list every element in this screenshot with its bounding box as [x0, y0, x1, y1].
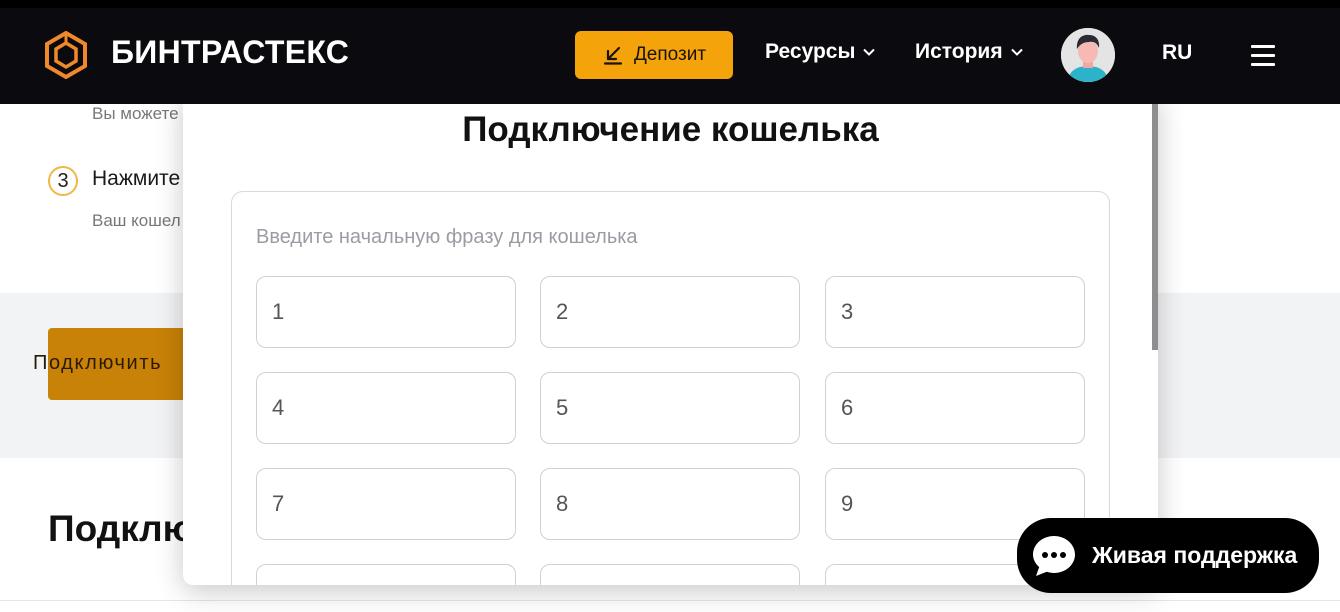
language-selector[interactable]: RU [1162, 41, 1192, 65]
nav-history-dropdown[interactable]: История [915, 40, 1023, 64]
seed-word-input-10[interactable] [256, 564, 516, 585]
hamburger-menu-icon[interactable] [1251, 45, 1275, 66]
download-arrow-icon [603, 46, 623, 65]
step-2-description: Вы можете [92, 104, 179, 123]
seed-word-input-8[interactable] [540, 468, 800, 540]
seed-word-input-2[interactable] [540, 276, 800, 348]
deposit-button[interactable]: Депозит [575, 31, 733, 79]
nav-resources-label: Ресурсы [765, 40, 856, 63]
chat-bubble-icon [1033, 535, 1075, 576]
seed-word-input-7[interactable] [256, 468, 516, 540]
seed-word-input-3[interactable] [825, 276, 1085, 348]
wallet-connect-modal: Подключение кошелька Введите начальную ф… [183, 92, 1158, 585]
seed-word-input-11[interactable] [540, 564, 800, 585]
top-navigation-bar: БИНТРАСТЕКС Депозит Ресурсы История RU [0, 0, 1340, 104]
seed-phrase-prompt: Введите начальную фразу для кошелька [256, 226, 638, 248]
nav-history-label: История [915, 40, 1003, 63]
seed-phrase-form: Введите начальную фразу для кошелька [231, 191, 1110, 585]
step-number-badge: 3 [48, 166, 78, 196]
section-heading: Подклю [48, 508, 195, 549]
modal-title: Подключение кошелька [462, 110, 879, 149]
divider [0, 600, 1340, 601]
step-3-description: Ваш кошел [92, 211, 181, 230]
hexagon-logo-icon[interactable] [44, 31, 88, 79]
step-3-title: Нажмите [92, 167, 181, 190]
deposit-button-label: Депозит [633, 44, 707, 65]
seed-word-input-5[interactable] [540, 372, 800, 444]
live-support-label: Живая поддержка [1092, 542, 1298, 568]
seed-word-input-4[interactable] [256, 372, 516, 444]
user-avatar-icon [1061, 28, 1115, 82]
chevron-down-icon [1010, 48, 1023, 56]
connect-button-label[interactable]: Подключить [33, 352, 162, 375]
page-scrollbar[interactable] [1152, 104, 1158, 350]
nav-resources-dropdown[interactable]: Ресурсы [765, 40, 876, 64]
seed-word-input-1[interactable] [256, 276, 516, 348]
user-avatar[interactable] [1061, 28, 1115, 82]
seed-word-input-6[interactable] [825, 372, 1085, 444]
brand-name[interactable]: БИНТРАСТЕКС [111, 34, 349, 71]
live-support-button[interactable]: Живая поддержка [1017, 518, 1319, 593]
chevron-down-icon [863, 48, 876, 56]
